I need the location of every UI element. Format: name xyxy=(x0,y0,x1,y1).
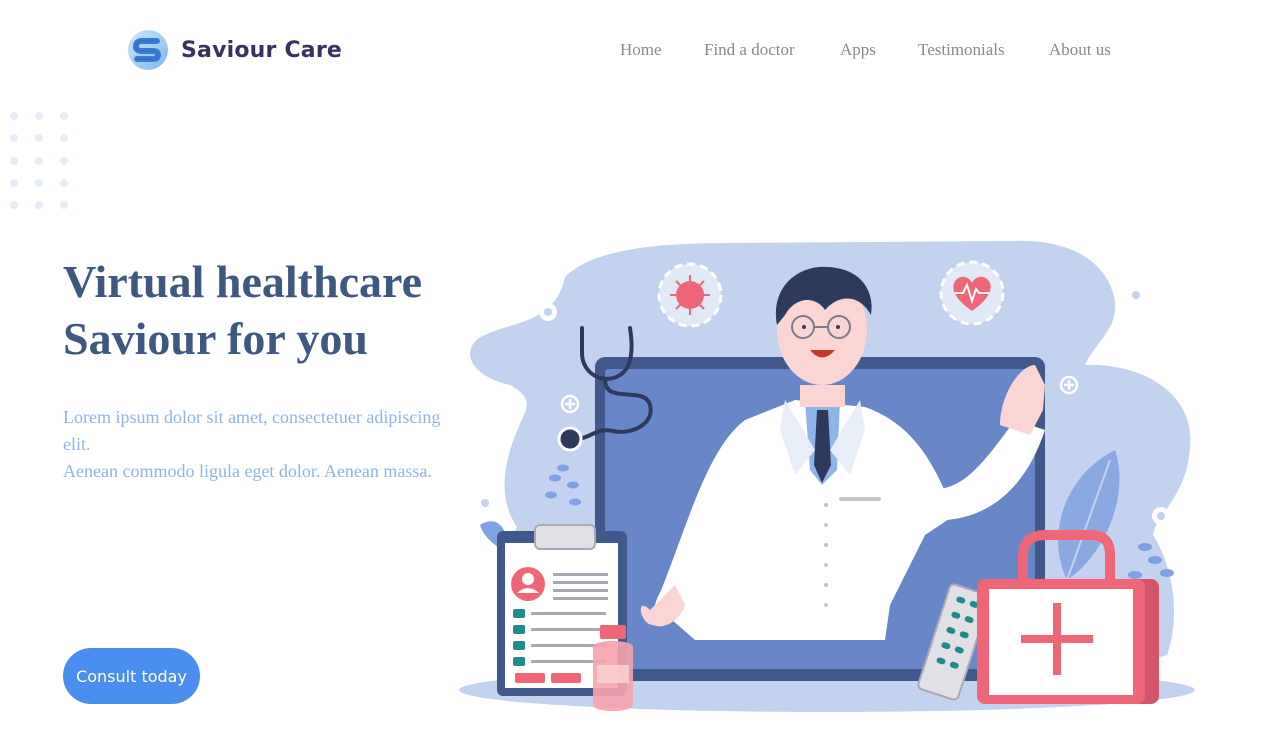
hero-description: Lorem ipsum dolor sit amet, consectetuer… xyxy=(63,404,453,485)
consult-today-button[interactable]: Consult today xyxy=(63,648,200,704)
hero-title-line-2: Saviour for you xyxy=(63,313,369,364)
hero-description-line-1: Lorem ipsum dolor sit amet, consectetuer… xyxy=(63,407,441,454)
hero-description-line-2: Aenean commodo ligula eget dolor. Aenean… xyxy=(63,461,432,481)
hero-title: Virtual healthcare Saviour for you xyxy=(63,253,422,367)
hero-title-line-1: Virtual healthcare xyxy=(63,256,422,307)
doctor-video-call-illustration xyxy=(459,240,1195,712)
main-nav: Home Find a doctor Apps Testimonials Abo… xyxy=(0,40,1263,62)
nav-find-doctor-link[interactable]: Find a doctor xyxy=(704,40,795,60)
nav-apps-link[interactable]: Apps xyxy=(840,40,876,60)
decorative-dot-grid xyxy=(10,112,68,209)
heart-rate-icon xyxy=(939,260,1005,326)
nav-about-link[interactable]: About us xyxy=(1049,40,1111,60)
nav-testimonials-link[interactable]: Testimonials xyxy=(918,40,1005,60)
nav-home-link[interactable]: Home xyxy=(620,40,662,60)
virus-icon xyxy=(657,262,723,328)
